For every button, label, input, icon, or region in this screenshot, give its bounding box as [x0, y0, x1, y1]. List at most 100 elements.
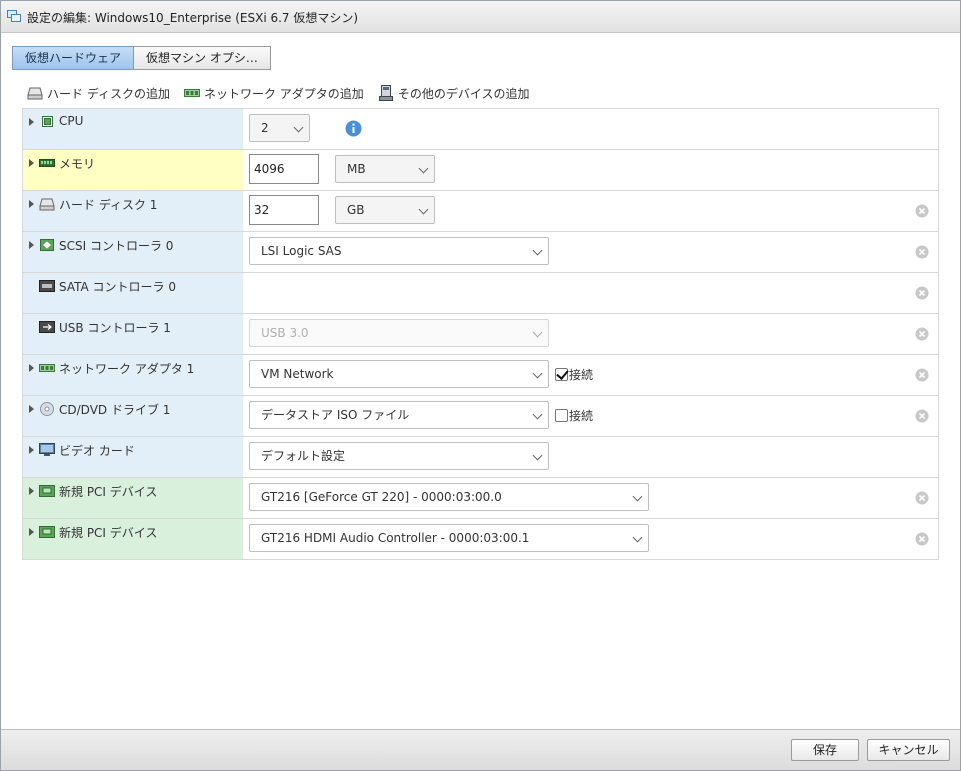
info-icon[interactable]	[345, 120, 362, 137]
remove-device-icon[interactable]	[915, 532, 929, 546]
video-settings-select[interactable]: デフォルト設定	[249, 442, 549, 470]
row-pci1-value: GT216 [GeForce GT 220] - 0000:03:00.0	[249, 478, 938, 518]
disk-size-input[interactable]: 32	[249, 195, 319, 225]
checkbox-unchecked[interactable]	[555, 409, 568, 422]
chevron-down-icon	[418, 163, 429, 174]
cpu-icon	[42, 116, 53, 127]
hardware-grid: CPU 2 メモリ 4096 MB ハード ディスク 1 32 GB SCSI …	[22, 108, 939, 560]
network-connect-checkbox[interactable]: 接続	[555, 366, 593, 383]
tab-bar: 仮想ハードウェア 仮想マシン オプシ…	[12, 46, 271, 70]
usb-type-select[interactable]: USB 3.0	[249, 319, 549, 347]
add-other-device-button[interactable]: その他のデバイスの追加	[378, 84, 530, 102]
memory-unit-value: MB	[347, 162, 366, 176]
cancel-button[interactable]: キャンセル	[867, 739, 950, 761]
row-video-card: ビデオ カード デフォルト設定	[22, 437, 939, 478]
remove-device-icon[interactable]	[915, 491, 929, 505]
expand-caret-icon[interactable]	[29, 241, 34, 249]
pci-device-icon	[39, 526, 55, 538]
cddvd-label: CD/DVD ドライブ 1	[59, 403, 171, 417]
video-settings-value: デフォルト設定	[261, 449, 346, 463]
usb-controller-icon	[39, 321, 55, 333]
row-pci2-value: GT216 HDMI Audio Controller - 0000:03:00…	[249, 519, 938, 559]
pci2-device-select[interactable]: GT216 HDMI Audio Controller - 0000:03:00…	[249, 524, 649, 552]
row-network-value: VM Network 接続	[249, 355, 938, 395]
row-network-label-cell[interactable]: ネットワーク アダプタ 1	[23, 355, 243, 395]
network-select[interactable]: VM Network	[249, 360, 549, 388]
pci1-device-value: GT216 [GeForce GT 220] - 0000:03:00.0	[261, 490, 502, 504]
row-video-value: デフォルト設定	[249, 437, 938, 477]
row-pci-device-2: 新規 PCI デバイス GT216 HDMI Audio Controller …	[22, 519, 939, 560]
video-label: ビデオ カード	[59, 444, 135, 458]
row-cpu-value: 2	[249, 109, 938, 149]
row-cpu-label-cell[interactable]: CPU	[23, 109, 243, 149]
save-button[interactable]: 保存	[791, 739, 859, 761]
expand-caret-icon[interactable]	[29, 159, 34, 167]
hard-disk-icon	[39, 198, 55, 211]
row-network-adapter: ネットワーク アダプタ 1 VM Network 接続	[22, 355, 939, 396]
sata-controller-icon	[39, 280, 55, 292]
monitor-icon	[39, 443, 55, 456]
row-hard-disk-label-cell[interactable]: ハード ディスク 1	[23, 191, 243, 231]
scsi-type-select[interactable]: LSI Logic SAS	[249, 237, 549, 265]
memory-size-input[interactable]: 4096	[249, 154, 319, 184]
row-pci-device-1: 新規 PCI デバイス GT216 [GeForce GT 220] - 000…	[22, 478, 939, 519]
row-scsi-value: LSI Logic SAS	[249, 232, 938, 272]
add-hard-disk-button[interactable]: ハード ディスクの追加	[27, 84, 170, 102]
row-scsi-controller: SCSI コントローラ 0 LSI Logic SAS	[22, 232, 939, 273]
usb-label: USB コントローラ 1	[59, 321, 171, 335]
checkbox-checked[interactable]	[555, 368, 568, 381]
title-bar[interactable]: 設定の編集: Windows10_Enterprise (ESXi 6.7 仮想…	[1, 1, 960, 33]
expand-caret-icon[interactable]	[29, 528, 34, 536]
expand-caret-icon[interactable]	[29, 118, 34, 126]
expand-caret-icon[interactable]	[29, 200, 34, 208]
row-usb-label-cell[interactable]: USB コントローラ 1	[23, 314, 243, 354]
remove-device-icon[interactable]	[915, 245, 929, 259]
expand-caret-icon[interactable]	[29, 405, 34, 413]
pci2-device-value: GT216 HDMI Audio Controller - 0000:03:00…	[261, 531, 530, 545]
disk-unit-value: GB	[347, 203, 365, 217]
scsi-controller-icon	[40, 239, 54, 251]
row-hard-disk: ハード ディスク 1 32 GB	[22, 191, 939, 232]
tab-vm-options[interactable]: 仮想マシン オプシ…	[134, 46, 271, 70]
row-usb-value: USB 3.0	[249, 314, 938, 354]
row-cd-dvd-drive: CD/DVD ドライブ 1 データストア ISO ファイル 接続	[22, 396, 939, 437]
tab-virtual-hardware[interactable]: 仮想ハードウェア	[12, 46, 135, 70]
chevron-down-icon	[293, 122, 304, 133]
add-other-device-label: その他のデバイスの追加	[397, 86, 530, 101]
expand-caret-icon[interactable]	[29, 487, 34, 495]
memory-label: メモリ	[59, 157, 96, 171]
row-memory-label-cell[interactable]: メモリ	[23, 150, 243, 190]
chevron-down-icon	[532, 450, 543, 461]
memory-icon	[39, 159, 55, 167]
row-sata-label-cell[interactable]: SATA コントローラ 0	[23, 273, 243, 313]
expand-caret-icon[interactable]	[29, 446, 34, 454]
remove-device-icon[interactable]	[915, 409, 929, 423]
pci1-device-select[interactable]: GT216 [GeForce GT 220] - 0000:03:00.0	[249, 483, 649, 511]
cddvd-connect-checkbox[interactable]: 接続	[555, 407, 593, 424]
remove-device-icon[interactable]	[915, 368, 929, 382]
usb-type-value: USB 3.0	[261, 326, 309, 340]
disk-unit-select[interactable]: GB	[335, 196, 435, 224]
chevron-down-icon	[532, 327, 543, 338]
pci-device-icon	[39, 485, 55, 497]
remove-device-icon[interactable]	[915, 204, 929, 218]
pci1-label: 新規 PCI デバイス	[59, 485, 158, 499]
add-network-adapter-label: ネットワーク アダプタの追加	[203, 86, 364, 101]
hard-disk-icon	[27, 87, 43, 100]
row-scsi-label-cell[interactable]: SCSI コントローラ 0	[23, 232, 243, 272]
cddvd-source-select[interactable]: データストア ISO ファイル	[249, 401, 549, 429]
row-memory: メモリ 4096 MB	[22, 150, 939, 191]
remove-device-icon[interactable]	[915, 286, 929, 300]
cd-dvd-icon	[40, 402, 54, 416]
add-network-adapter-button[interactable]: ネットワーク アダプタの追加	[183, 84, 364, 102]
scsi-type-value: LSI Logic SAS	[261, 244, 342, 258]
cpu-count-select[interactable]: 2	[249, 114, 310, 142]
memory-unit-select[interactable]: MB	[335, 155, 435, 183]
expand-caret-icon[interactable]	[29, 364, 34, 372]
row-pci2-label-cell[interactable]: 新規 PCI デバイス	[23, 519, 243, 559]
row-cddvd-label-cell[interactable]: CD/DVD ドライブ 1	[23, 396, 243, 436]
row-video-label-cell[interactable]: ビデオ カード	[23, 437, 243, 477]
row-pci1-label-cell[interactable]: 新規 PCI デバイス	[23, 478, 243, 518]
remove-device-icon[interactable]	[915, 327, 929, 341]
edit-settings-dialog: 設定の編集: Windows10_Enterprise (ESXi 6.7 仮想…	[0, 0, 961, 771]
